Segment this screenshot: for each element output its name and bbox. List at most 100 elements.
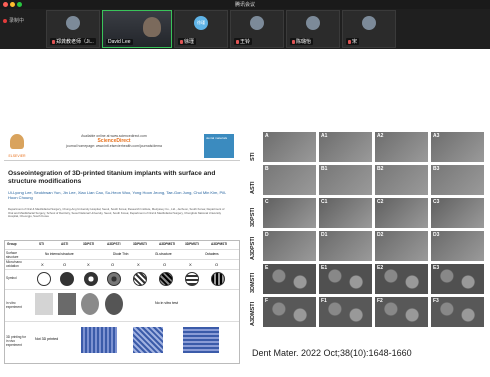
panel-tag: A — [265, 133, 269, 139]
table-cell: O — [163, 262, 167, 267]
figure-row-label: STI — [250, 152, 256, 161]
sem-image: C — [262, 197, 317, 229]
journal-info: Available online at www.sciencedirect.co… — [44, 134, 184, 149]
cover-title: dental materials — [206, 136, 228, 140]
table-cell: O — [215, 262, 219, 267]
panel-tag: B — [265, 166, 269, 172]
journal-header: ELSEVIER Available online at www.science… — [4, 132, 240, 161]
participant-tile[interactable]: 宋 — [342, 10, 396, 48]
panel-tag: F2 — [377, 298, 383, 304]
panel-tag: A2 — [377, 133, 384, 139]
table-cell: X — [189, 262, 192, 267]
mic-muted-icon — [52, 39, 55, 44]
participant-tile-active[interactable]: David Lee — [102, 10, 172, 48]
mic-muted-icon — [292, 39, 295, 44]
sem-image: A — [262, 131, 317, 163]
participant-tile[interactable]: 郑龚教老师（Ji... — [46, 10, 100, 48]
video-person — [143, 17, 161, 37]
table-cell: O — [63, 262, 67, 267]
initials-avatar: 徐瑾 — [194, 16, 208, 30]
figure-row-label: 3DMSTI — [250, 272, 256, 293]
window-title: 腾讯会议 — [234, 2, 255, 8]
participant-tile[interactable]: 陈璐怡 — [286, 10, 340, 48]
sem-image: B — [262, 164, 317, 196]
in-vitro-note: No in vitro test — [155, 301, 178, 305]
sem-image: D3 — [430, 230, 485, 262]
mic-muted-icon — [236, 39, 239, 44]
sem-image: B1 — [318, 164, 373, 196]
participant-label: 王铃 — [234, 38, 253, 45]
panel-tag: A3 — [433, 133, 440, 139]
row-header: Symbol — [6, 276, 17, 280]
sample-photo — [35, 293, 53, 315]
mic-muted-icon — [348, 39, 351, 44]
symbol-circle — [37, 272, 51, 286]
table-cell: O — [111, 262, 115, 267]
panel-tag: F3 — [433, 298, 439, 304]
participant-label: David Lee — [106, 39, 133, 45]
panel-tag: B2 — [377, 166, 384, 172]
table-cell: X — [87, 262, 90, 267]
panel-tag: C2 — [377, 199, 384, 205]
avatar — [66, 16, 80, 30]
figure-row-label: A3DMSTI — [250, 301, 256, 326]
participant-label: 宋 — [346, 38, 360, 45]
panel-tag: C — [265, 199, 269, 205]
sem-image: C1 — [318, 197, 373, 229]
window-titlebar: 腾讯会议 — [0, 0, 490, 9]
table-cell: No internal structure — [45, 252, 74, 256]
symbol-circle — [60, 272, 74, 286]
sem-image: A3 — [430, 131, 485, 163]
panel-tag: F1 — [321, 298, 327, 304]
table-cell: Diode Thin — [113, 252, 129, 256]
figure-row-label: ASTI — [250, 181, 256, 194]
table-cell: X — [137, 262, 140, 267]
participant-tile[interactable]: 徐瑾 徐瑾 — [174, 10, 228, 48]
not-printed-note: Not 3D printed — [35, 337, 59, 341]
symbol-circle — [84, 272, 98, 286]
symbol-circle — [107, 272, 121, 286]
avatar — [362, 16, 376, 30]
sem-image: A1 — [318, 131, 373, 163]
symbol-circle — [211, 272, 225, 286]
sem-image: E3 — [430, 263, 485, 295]
table-cell: X — [41, 262, 44, 267]
sem-image: D — [262, 230, 317, 262]
avatar — [306, 16, 320, 30]
row-header: In vitro experiment — [6, 301, 22, 309]
symbol-circle — [159, 272, 173, 286]
panel-tag: C1 — [321, 199, 328, 205]
sem-image: B2 — [374, 164, 429, 196]
panel-tag: D — [265, 232, 269, 238]
printed-sample — [81, 327, 117, 353]
participant-label: 徐瑾 — [178, 38, 197, 45]
sem-image: D2 — [374, 230, 429, 262]
panel-tag: C3 — [433, 199, 440, 205]
figure-row-label: 3DPSTI — [250, 207, 256, 227]
panel-tag: B3 — [433, 166, 440, 172]
paper-title: Osseointegration of 3D-printed titanium … — [8, 170, 216, 185]
row-header: Micro/nano oxidation — [6, 260, 22, 268]
table-cell: Gi-structure — [155, 252, 172, 256]
avatar — [250, 16, 264, 30]
participant-tile[interactable]: 王铃 — [230, 10, 284, 48]
group-table: Group STI ASTI 3DPSTI A3DPSTI 3DPMSTI A3… — [4, 240, 240, 364]
panel-tag: B1 — [321, 166, 328, 172]
table-header: 3DPSTI — [83, 242, 95, 246]
sem-image: F — [262, 296, 317, 328]
table-header: A3DPMSTI — [211, 242, 228, 246]
table-header: 3DPMSTI — [133, 242, 147, 246]
row-header: 3D printing for in vivo experiment — [6, 335, 27, 347]
symbol-circle — [185, 272, 199, 286]
table-header: A3DPSTI — [107, 242, 121, 246]
panel-tag: D2 — [377, 232, 384, 238]
figure-row-label: A3DPSTI — [250, 236, 256, 260]
printed-sample — [133, 327, 163, 353]
recording-indicator[interactable]: 录制中 — [3, 17, 24, 24]
panel-tag: F — [265, 298, 269, 304]
panel-tag: A1 — [321, 133, 328, 139]
sem-image: E2 — [374, 263, 429, 295]
table-header: ASTI — [61, 242, 69, 246]
tree-icon — [10, 134, 24, 149]
paper-affiliations: Department of Oral & Maxillofacial Surge… — [8, 207, 225, 219]
